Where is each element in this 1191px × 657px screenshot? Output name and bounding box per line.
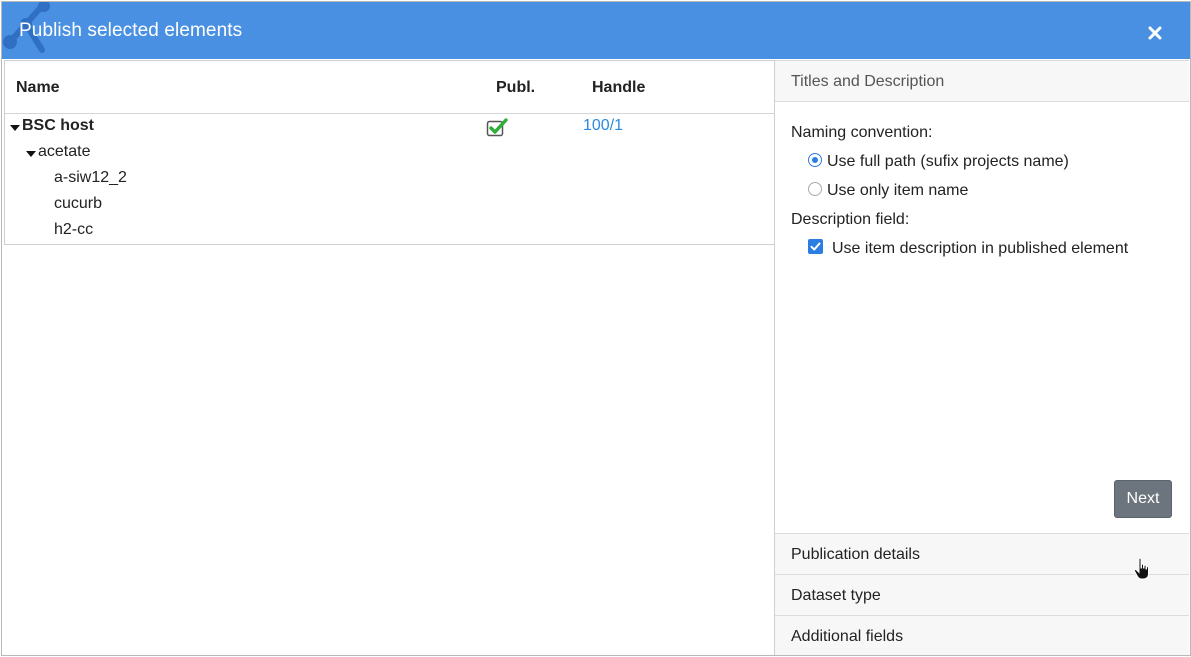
- use-description-checkbox[interactable]: [808, 239, 823, 254]
- publish-dialog: Publish selected elements Name Publ. Han…: [1, 1, 1191, 656]
- tree-item-name[interactable]: h2-cc: [54, 221, 93, 239]
- accordion-header-label: Dataset type: [791, 587, 881, 604]
- elements-tree-table: Name Publ. Handle BSC host 100/1 acetate…: [4, 60, 775, 245]
- caret-down-icon[interactable]: [26, 151, 36, 157]
- radio-full-path[interactable]: [808, 153, 822, 167]
- tree-row[interactable]: BSC host 100/1: [5, 114, 774, 140]
- accordion-header-label: Titles and Description: [791, 73, 945, 90]
- table-header: Name Publ. Handle: [5, 61, 774, 114]
- tree-item-name[interactable]: cucurb: [54, 195, 102, 213]
- tree-row[interactable]: h2-cc: [5, 218, 774, 244]
- accordion-header-dataset-type[interactable]: Dataset type: [775, 574, 1189, 616]
- dialog-title: Publish selected elements: [19, 20, 243, 41]
- caret-down-icon[interactable]: [10, 125, 20, 131]
- accordion-header-additional-fields[interactable]: Additional fields: [775, 615, 1189, 655]
- next-button[interactable]: Next: [1114, 480, 1172, 518]
- tree-row[interactable]: cucurb: [5, 192, 774, 218]
- column-header-name[interactable]: Name: [16, 79, 60, 97]
- accordion-header-label: Publication details: [791, 546, 920, 563]
- accordion-header-publication-details[interactable]: Publication details: [775, 533, 1189, 575]
- accordion-header-label: Additional fields: [791, 628, 904, 645]
- description-field-label: Description field:: [791, 211, 910, 228]
- publish-options-accordion: Titles and Description Naming convention…: [774, 60, 1189, 655]
- tree-row[interactable]: acetate: [5, 140, 774, 166]
- hand-cursor-icon: [1133, 557, 1149, 580]
- tree-item-name[interactable]: acetate: [38, 143, 90, 161]
- radio-full-path-label[interactable]: Use full path (sufix projects name): [827, 153, 1069, 171]
- titles-description-panel: Naming convention: Use full path (sufix …: [775, 102, 1189, 532]
- column-header-handle[interactable]: Handle: [592, 79, 645, 97]
- radio-item-name[interactable]: [808, 182, 822, 196]
- accordion-header-titles-description[interactable]: Titles and Description: [775, 60, 1189, 102]
- radio-item-name-label[interactable]: Use only item name: [827, 182, 968, 200]
- handle-link[interactable]: 100/1: [583, 117, 623, 135]
- column-header-publ[interactable]: Publ.: [496, 79, 535, 97]
- tree-row[interactable]: a-siw12_2: [5, 166, 774, 192]
- dialog-titlebar: Publish selected elements: [2, 2, 1190, 59]
- tree-item-name[interactable]: BSC host: [22, 117, 94, 135]
- close-icon[interactable]: [1146, 24, 1164, 42]
- naming-convention-label: Naming convention:: [791, 124, 933, 141]
- published-check-icon[interactable]: [486, 118, 510, 138]
- checkmark-icon: [810, 242, 821, 251]
- use-description-label[interactable]: Use item description in published elemen…: [832, 240, 1128, 258]
- tree-item-name[interactable]: a-siw12_2: [54, 169, 127, 187]
